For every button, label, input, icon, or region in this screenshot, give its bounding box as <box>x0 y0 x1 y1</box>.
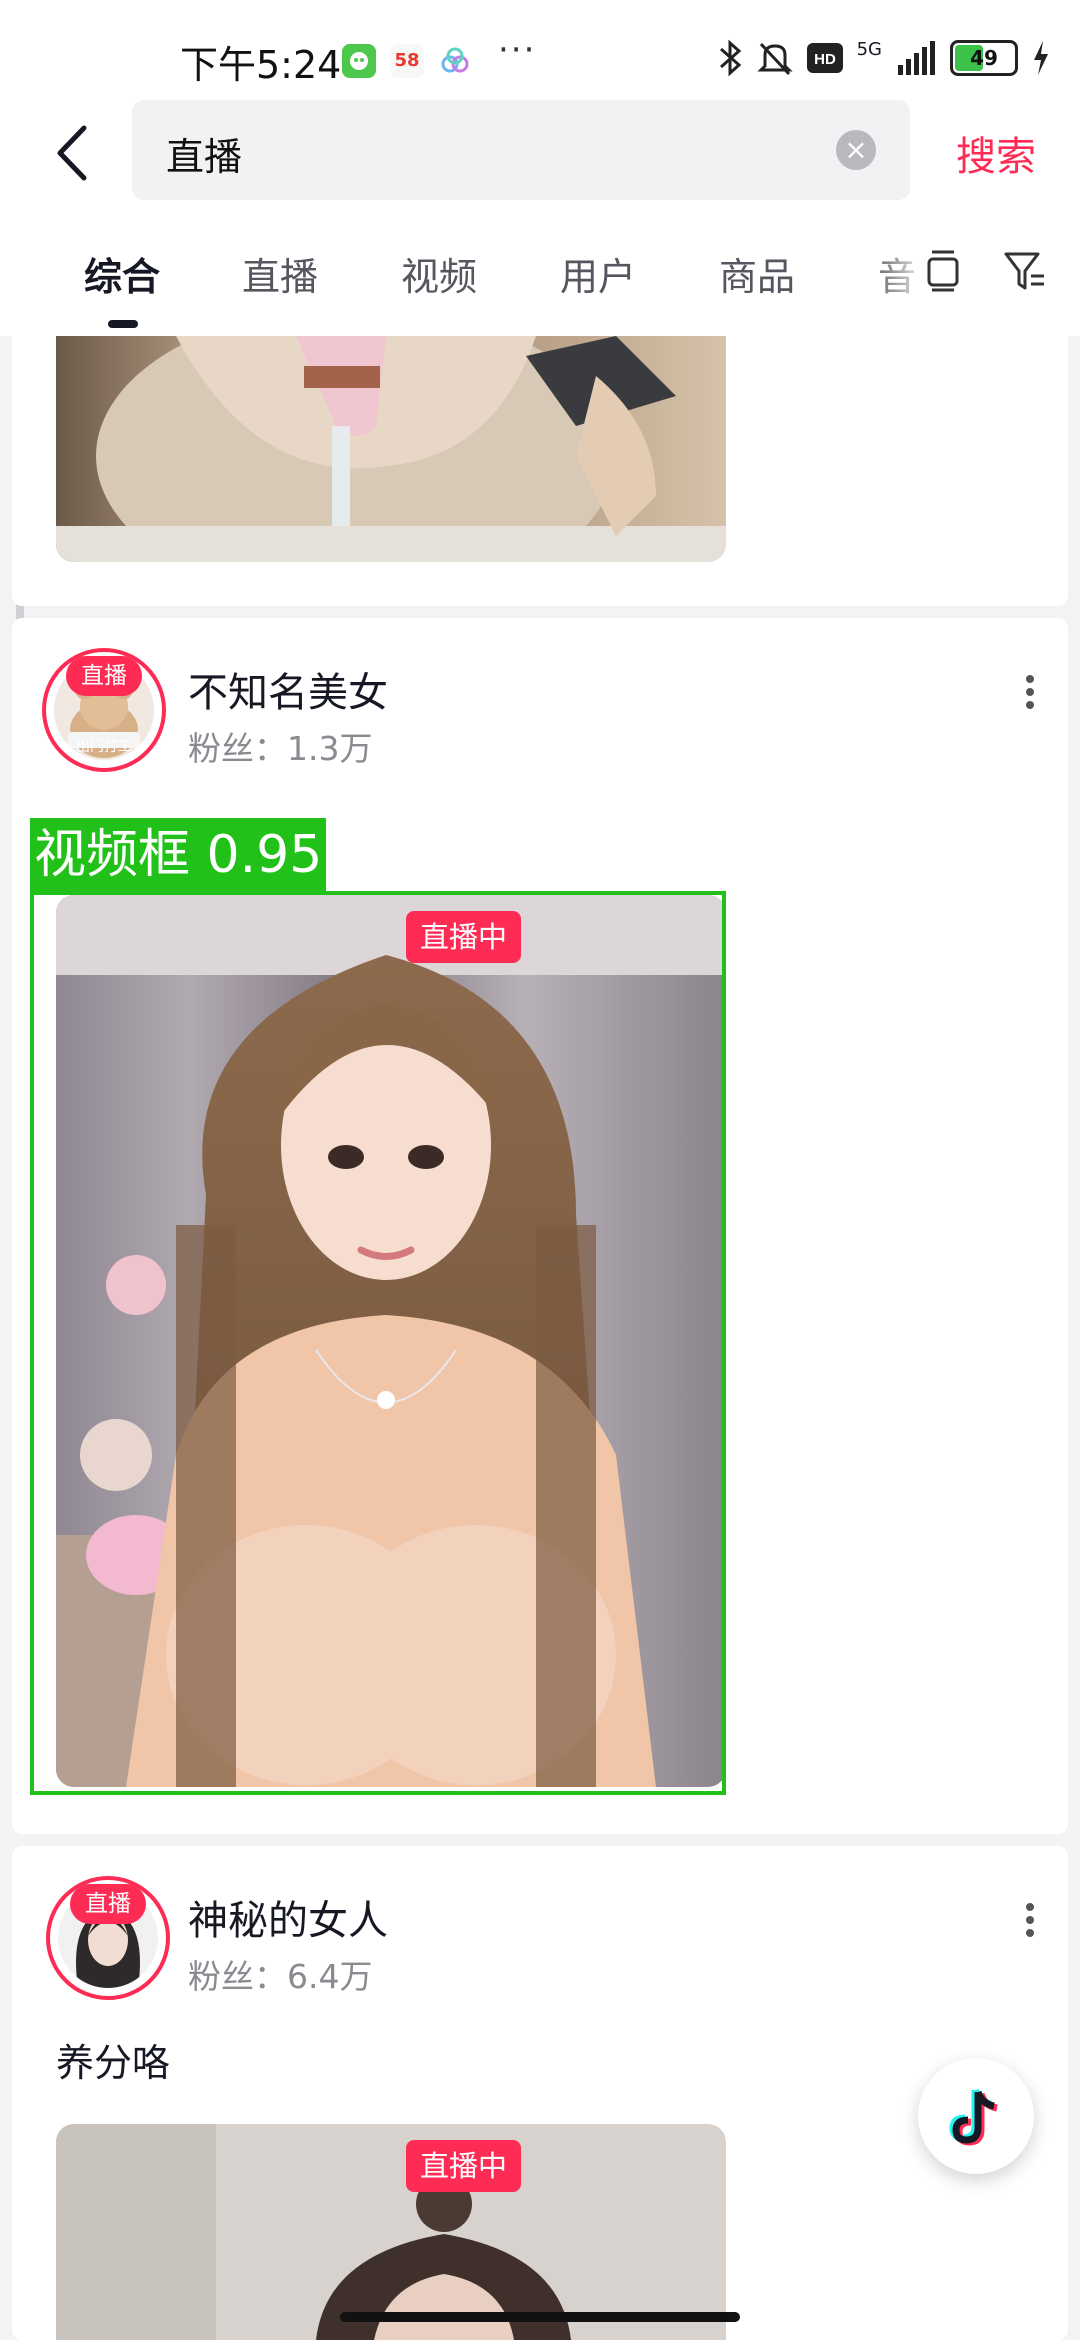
result-tabs: 综合 直播 视频 用户 商品 音 <box>0 220 1080 336</box>
avatar[interactable]: 直播 <box>46 1876 170 2000</box>
tab-products[interactable]: 商品 <box>719 246 795 301</box>
tab-indicator <box>108 320 138 328</box>
tab-live[interactable]: 直播 <box>242 246 318 301</box>
back-button[interactable] <box>44 118 104 188</box>
search-query[interactable]: 直播 <box>166 126 242 181</box>
live-tag: 直播 <box>70 1884 146 1924</box>
status-time: 下午5:24 <box>180 43 342 87</box>
tiktok-float-button[interactable] <box>918 2058 1034 2174</box>
avatar[interactable]: 直播 出门打工 <box>42 648 166 772</box>
hd-icon: HD <box>806 43 843 73</box>
post-caption: 养分咯 <box>56 2041 171 2085</box>
more-notifications-icon: ··· <box>498 30 537 70</box>
bluetooth-icon <box>719 39 741 77</box>
mute-bell-icon <box>756 42 793 76</box>
tiktok-icon <box>949 2088 998 2146</box>
network-type: 5G <box>856 38 882 60</box>
live-tag: 直播 <box>66 656 142 696</box>
search-input[interactable]: 直播 × <box>132 100 910 200</box>
search-button[interactable]: 搜索 <box>956 124 1036 182</box>
app-58-icon: 58 <box>390 44 424 78</box>
feed-card-partial[interactable] <box>12 336 1068 606</box>
status-indicators: HD 5G 49 <box>717 38 1050 78</box>
more-icon[interactable] <box>1020 670 1040 714</box>
avatar-caption: 出门打工 <box>76 739 132 755</box>
app-cloud-icon <box>438 44 472 78</box>
multiwindow-icon[interactable] <box>918 246 968 296</box>
charging-icon <box>1034 41 1048 75</box>
live-stream-thumbnail[interactable]: 直播中 <box>56 2124 726 2340</box>
status-bar: 下午5:24 58 ··· HD 5G 49 <box>0 0 1080 100</box>
tab-comprehensive[interactable]: 综合 <box>84 246 160 301</box>
video-thumbnail[interactable] <box>56 336 726 562</box>
more-icon[interactable] <box>1020 1898 1040 1942</box>
feed-card[interactable]: 直播 神秘的女人 粉丝：6.4万 养分咯 直播中 <box>12 1846 1068 2340</box>
detection-label: 视频框 0.95 <box>30 818 327 892</box>
signal-icon <box>898 41 935 75</box>
filter-icon[interactable] <box>1000 246 1050 296</box>
clear-icon[interactable]: × <box>836 130 876 170</box>
username[interactable]: 神秘的女人 <box>188 1888 388 1946</box>
battery-level: 49 <box>970 46 998 70</box>
home-indicator[interactable] <box>340 2312 740 2322</box>
tab-video[interactable]: 视频 <box>401 246 477 301</box>
username[interactable]: 不知名美女 <box>188 660 388 718</box>
detection-box <box>30 891 726 1795</box>
battery-icon: 49 <box>950 40 1018 76</box>
search-header: 直播 × 搜索 <box>0 100 1080 220</box>
fans-count: 粉丝：6.4万 <box>188 1957 373 1996</box>
app-notification-icon <box>342 44 376 78</box>
back-icon <box>57 125 87 181</box>
live-now-badge: 直播中 <box>406 2140 522 2192</box>
fans-count: 粉丝：1.3万 <box>188 729 373 768</box>
svg-text:HD: HD <box>814 51 836 68</box>
tab-users[interactable]: 用户 <box>560 246 636 301</box>
